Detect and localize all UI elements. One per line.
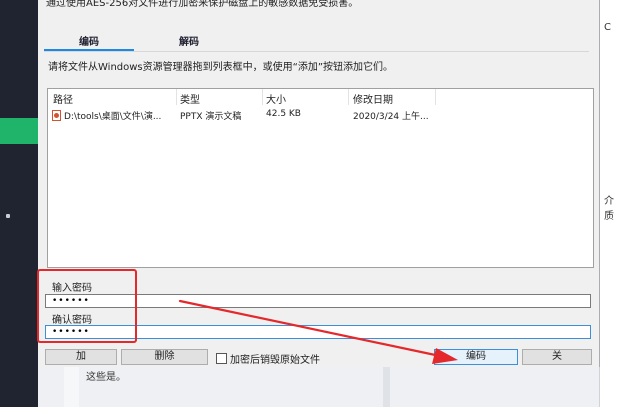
column-separator — [176, 89, 177, 105]
tab-bar: 编码 解码 — [38, 36, 599, 52]
file-list[interactable]: 路径 类型 大小 修改日期 D:\tools\桌面\文件\演... PPTX 演… — [47, 88, 594, 268]
background-bottom-text: 这些是。 — [86, 372, 126, 383]
dialog-description: 通过使用AES-256对文件进行加密来保护磁盘上的敏感数据免受损害。 — [46, 0, 359, 9]
cell-type: PPTX 演示文稿 — [180, 112, 242, 122]
background-bottom-column-divider — [383, 367, 390, 407]
background-sidebar-active-item — [0, 118, 38, 144]
background-right-top-text: C — [604, 22, 611, 33]
cell-modified: 2020/3/24 上午... — [353, 112, 429, 122]
column-separator — [262, 89, 263, 105]
column-header-type[interactable]: 类型 — [180, 91, 200, 106]
background-sidebar — [0, 0, 38, 407]
column-separator — [435, 89, 436, 105]
table-row[interactable]: D:\tools\桌面\文件\演... PPTX 演示文稿 42.5 KB 20… — [48, 109, 593, 123]
tab-divider — [44, 51, 589, 52]
tab-decode[interactable]: 解码 — [134, 36, 244, 49]
add-button[interactable]: 加 — [45, 349, 117, 365]
cell-path: D:\tools\桌面\文件\演... — [64, 112, 162, 122]
close-button[interactable]: 关 — [522, 349, 592, 365]
tab-encode[interactable]: 编码 — [44, 36, 134, 49]
column-header-path[interactable]: 路径 — [53, 91, 73, 106]
background-sidebar-dot — [6, 214, 10, 218]
cell-size: 42.5 KB — [266, 109, 301, 119]
column-separator — [348, 89, 349, 105]
instruction-text: 请将文件从Windows资源管理器拖到列表框中，或使用“添加”按钮添加它们。 — [48, 62, 393, 73]
destroy-original-label: 加密后销毁原始文件 — [230, 355, 320, 366]
background-right-text: 介质 — [604, 196, 614, 222]
powerpoint-file-icon — [52, 110, 61, 121]
destroy-original-option[interactable]: 加密后销毁原始文件 — [216, 351, 320, 366]
destroy-original-checkbox[interactable] — [216, 353, 227, 364]
encode-button[interactable]: 编码 — [434, 349, 518, 365]
background-bottom-column — [64, 367, 79, 407]
annotation-highlight-box — [37, 269, 137, 343]
column-header-size[interactable]: 大小 — [266, 91, 286, 106]
delete-button[interactable]: 删除 — [121, 349, 208, 365]
column-header-modified[interactable]: 修改日期 — [353, 91, 393, 106]
